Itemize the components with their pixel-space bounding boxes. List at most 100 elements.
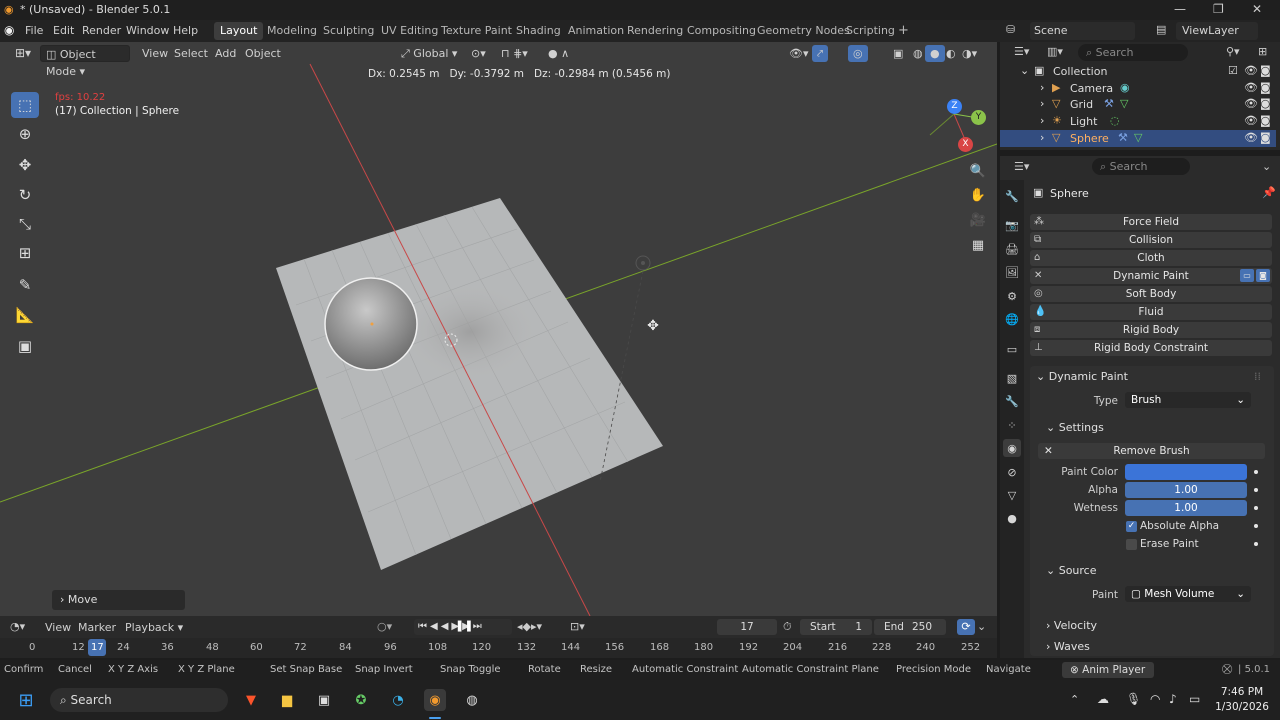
scene-selector[interactable]: Scene: [1030, 22, 1135, 40]
paint-color-swatch[interactable]: [1125, 464, 1247, 480]
outliner-row-sphere[interactable]: › ▽ Sphere ⚒ ▽ 👁 ◙: [1000, 130, 1276, 147]
world-tab-icon[interactable]: 🌐: [1003, 310, 1021, 328]
erase-paint-checkbox[interactable]: [1126, 539, 1137, 550]
display-mode-icon[interactable]: ▥▾: [1047, 45, 1063, 58]
collection-tab-icon[interactable]: ▭: [1003, 340, 1021, 358]
properties-options-icon[interactable]: ⌄: [1262, 160, 1271, 173]
timeline-editor-icon[interactable]: ◔▾: [10, 620, 25, 633]
expand-arrow-icon[interactable]: ›: [1040, 114, 1044, 127]
tab-shading[interactable]: Shading: [510, 22, 567, 40]
transform-orientation-dropdown[interactable]: ⤢ Global ▾: [396, 45, 462, 62]
mesh-data-icon[interactable]: ▽: [1134, 131, 1142, 144]
remove-x-icon[interactable]: ✕: [1034, 268, 1042, 284]
tab-sculpting[interactable]: Sculpting: [317, 22, 380, 40]
type-dropdown[interactable]: Brush ⌄: [1125, 392, 1251, 408]
eye-icon[interactable]: 👁: [1244, 64, 1258, 77]
gizmo-z-axis[interactable]: Z: [947, 99, 962, 114]
github-icon[interactable]: ◍: [461, 689, 483, 711]
scale-tool-icon[interactable]: ⤡: [11, 211, 39, 237]
tab-texture-paint[interactable]: Texture Paint: [435, 22, 518, 40]
gizmo-x-axis[interactable]: X: [958, 137, 973, 152]
view-layer-selector[interactable]: ViewLayer: [1176, 22, 1258, 40]
timeline-ruler[interactable]: [0, 638, 997, 658]
camera-render-icon[interactable]: ◙: [1260, 131, 1271, 144]
proportional-edit-icon[interactable]: ● ∧: [543, 45, 574, 62]
scene-icon[interactable]: ⛁: [1006, 23, 1028, 36]
outliner-editor-icon[interactable]: ☰▾: [1014, 45, 1029, 58]
file-explorer-icon[interactable]: ▆: [276, 689, 298, 711]
start-frame-field[interactable]: Start 1: [800, 619, 872, 635]
close-window-button[interactable]: ✕: [1252, 2, 1262, 16]
tab-modeling[interactable]: Modeling: [261, 22, 323, 40]
camera-render-icon[interactable]: ◙: [1260, 81, 1271, 94]
camera-view-icon[interactable]: 🎥: [967, 209, 989, 231]
outliner-row-light[interactable]: › ☀ Light ◌ 👁 ◙: [1000, 113, 1276, 130]
sync-icon[interactable]: ⟳: [957, 619, 975, 635]
camera-data-icon[interactable]: ◉: [1120, 81, 1130, 94]
view-layer-icon[interactable]: ▤: [1156, 23, 1166, 36]
minimize-button[interactable]: —: [1174, 2, 1186, 16]
physics-tab-icon[interactable]: ◉: [1003, 439, 1021, 457]
battery-icon[interactable]: ▭: [1189, 692, 1200, 706]
settings-subpanel-header[interactable]: ⌄ Settings: [1046, 421, 1104, 434]
auto-keying-icon[interactable]: ○▾: [377, 620, 392, 633]
overlays-toggle-icon[interactable]: ◎: [848, 45, 868, 62]
output-tab-icon[interactable]: 🖨: [1003, 240, 1021, 258]
checkbox-icon[interactable]: ☑: [1228, 64, 1238, 77]
tab-compositing[interactable]: Compositing: [681, 22, 762, 40]
close-icon[interactable]: ⊗: [1070, 664, 1082, 676]
properties-search[interactable]: ⌕ Search: [1092, 158, 1190, 175]
anim-player-button[interactable]: ⊗ Anim Player: [1062, 662, 1154, 678]
dynamic-paint-panel-header[interactable]: ⌄ Dynamic Paint: [1036, 370, 1128, 383]
tab-rendering[interactable]: Rendering: [621, 22, 689, 40]
menu-window[interactable]: Window: [121, 23, 174, 39]
current-frame-field[interactable]: 17: [717, 619, 777, 635]
expand-arrow-icon[interactable]: ›: [1040, 131, 1044, 144]
rendered-shading-icon[interactable]: ◑▾: [957, 45, 982, 62]
microsoft-store-icon[interactable]: ▣: [313, 689, 335, 711]
force-field-button[interactable]: ⁂ Force Field: [1030, 214, 1272, 230]
keyframe-dot-icon[interactable]: [1254, 470, 1258, 474]
blender-taskbar-icon[interactable]: ◉: [424, 689, 446, 711]
camera-render-icon[interactable]: ◙: [1260, 97, 1271, 110]
clock-time[interactable]: 7:46 PM: [1212, 686, 1272, 698]
maximize-button[interactable]: ❐: [1213, 2, 1224, 16]
constraints-tab-icon[interactable]: ⊘: [1003, 463, 1021, 481]
blender-menu-icon[interactable]: ◉: [4, 23, 14, 37]
tab-uv-editing[interactable]: UV Editing: [375, 22, 444, 40]
keyframe-dot-icon[interactable]: [1254, 542, 1258, 546]
mode-selector[interactable]: ◫ Object Mode ▾: [40, 45, 130, 78]
tab-animation[interactable]: Animation: [562, 22, 630, 40]
outliner-row-collection[interactable]: ⌄ ▣ Collection ☑ 👁 ◙: [1000, 63, 1276, 80]
editor-type-icon[interactable]: ⊞▾: [10, 45, 36, 62]
filter-icon[interactable]: ⚲▾: [1226, 45, 1240, 58]
annotate-tool-icon[interactable]: ✎: [11, 272, 39, 298]
menu-edit[interactable]: Edit: [48, 23, 79, 39]
microphone-icon[interactable]: 🎙: [1126, 692, 1141, 706]
visibility-icon[interactable]: 👁▾: [784, 45, 814, 62]
tray-overflow-icon[interactable]: ⌃: [1070, 693, 1079, 706]
expand-arrow-icon[interactable]: ⌄: [1020, 64, 1029, 77]
show-viewport-icon[interactable]: ▭: [1240, 269, 1254, 282]
remove-brush-button[interactable]: ✕ Remove Brush: [1038, 443, 1265, 459]
rigid-body-button[interactable]: ⧈ Rigid Body: [1030, 322, 1272, 338]
tool-tab-icon[interactable]: 🔧: [1003, 187, 1021, 205]
edge-browser-icon[interactable]: ◔: [387, 689, 409, 711]
3d-viewport[interactable]: ✥ fps: 10.22 (17) Collection | Sphere Dx…: [0, 42, 997, 616]
expand-arrow-icon[interactable]: ›: [1040, 81, 1044, 94]
volume-icon[interactable]: ♪: [1169, 692, 1177, 706]
new-collection-icon[interactable]: ⊞: [1258, 45, 1267, 58]
fluid-button[interactable]: 💧 Fluid: [1030, 304, 1272, 320]
alpha-slider[interactable]: 1.00: [1125, 482, 1247, 498]
menu-help[interactable]: Help: [168, 23, 203, 39]
tab-layout[interactable]: Layout: [214, 22, 264, 40]
particles-tab-icon[interactable]: ⁘: [1003, 416, 1021, 434]
gizmo-toggle-icon[interactable]: ⤤: [812, 45, 829, 62]
select-box-tool-icon[interactable]: ⬚: [11, 92, 39, 118]
wetness-slider[interactable]: 1.00: [1125, 500, 1247, 516]
keyframe-nav-icon[interactable]: ◂◆▸▾: [517, 620, 542, 633]
zoom-icon[interactable]: 🔍: [967, 160, 989, 182]
camera-render-icon[interactable]: ◙: [1260, 64, 1271, 77]
expand-arrow-icon[interactable]: ›: [1040, 97, 1044, 110]
wrench-modifier-icon[interactable]: ⚒: [1118, 131, 1128, 144]
